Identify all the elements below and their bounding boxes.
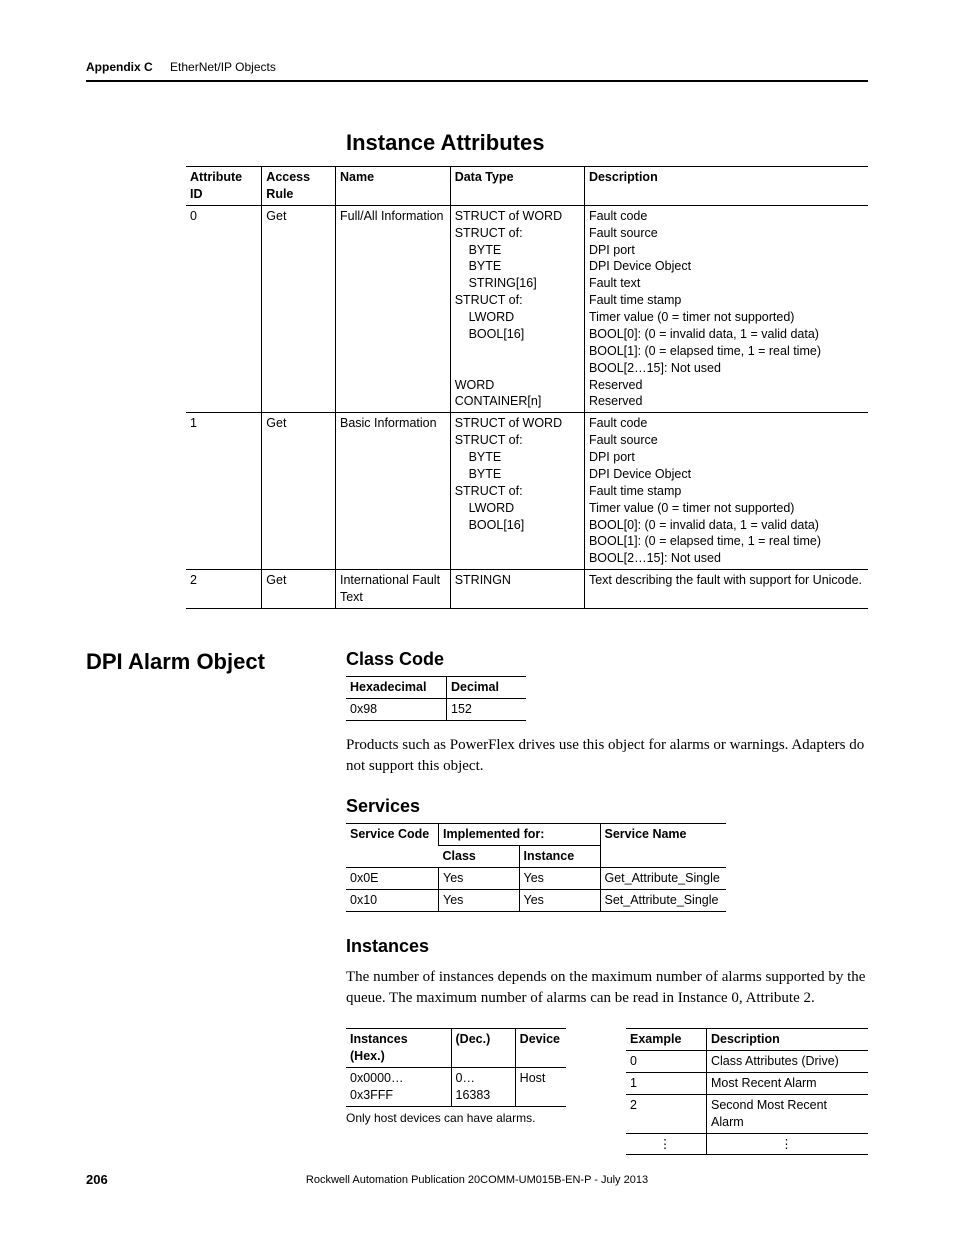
col-inst-dec: (Dec.) bbox=[451, 1029, 515, 1068]
table-row: 0x0EYesYesGet_Attribute_Single bbox=[346, 867, 726, 889]
col-inst-hex: Instances (Hex.) bbox=[346, 1029, 451, 1068]
cell-name: Full/All Information bbox=[335, 205, 450, 413]
example-table: Example Description 0Class Attributes (D… bbox=[626, 1028, 868, 1155]
cell-dec: 152 bbox=[447, 698, 527, 720]
table-row: 0Class Attributes (Drive) bbox=[626, 1051, 868, 1073]
col-device: Device bbox=[515, 1029, 566, 1068]
cell: Most Recent Alarm bbox=[707, 1072, 869, 1094]
cell: 0x0E bbox=[346, 867, 439, 889]
cell: Yes bbox=[439, 867, 520, 889]
instance-attributes-heading: Instance Attributes bbox=[346, 130, 868, 156]
cell-dt: STRINGN bbox=[450, 570, 584, 609]
chapter-title: EtherNet/IP Objects bbox=[170, 60, 276, 74]
col-access-rule: Access Rule bbox=[262, 167, 336, 206]
table-row: 1Most Recent Alarm bbox=[626, 1072, 868, 1094]
col-description: Description bbox=[584, 167, 868, 206]
instances-intro: The number of instances depends on the m… bbox=[346, 967, 868, 1011]
instances-heading: Instances bbox=[346, 936, 868, 957]
cell-name: International Fault Text bbox=[335, 570, 450, 609]
class-code-heading: Class Code bbox=[346, 649, 868, 670]
instance-attributes-table: Attribute ID Access Rule Name Data Type … bbox=[186, 166, 868, 609]
cell: 0 bbox=[626, 1051, 707, 1073]
cell: Set_Attribute_Single bbox=[600, 889, 726, 911]
header-rule bbox=[86, 80, 868, 82]
cell-inst-dec: 0…16383 bbox=[451, 1067, 515, 1106]
col-implemented-for: Implemented for: bbox=[439, 824, 601, 846]
cell-id: 0 bbox=[186, 205, 262, 413]
cell: Yes bbox=[439, 889, 520, 911]
cell: Second Most Recent Alarm bbox=[707, 1094, 869, 1133]
cell: Get_Attribute_Single bbox=[600, 867, 726, 889]
cell: 2 bbox=[626, 1094, 707, 1133]
col-service-code: Service Code bbox=[346, 824, 439, 868]
cell-inst-hex: 0x0000…0x3FFF bbox=[346, 1067, 451, 1106]
cell: Yes bbox=[519, 867, 600, 889]
cell-inst-device: Host bbox=[515, 1067, 566, 1106]
page-header: Appendix C EtherNet/IP Objects bbox=[86, 60, 868, 74]
cell-id: 1 bbox=[186, 413, 262, 570]
cell-desc: Text describing the fault with support f… bbox=[584, 570, 868, 609]
appendix-label: Appendix C bbox=[86, 60, 153, 74]
instances-note: Only host devices can have alarms. bbox=[346, 1111, 566, 1125]
cell-rule: Get bbox=[262, 413, 336, 570]
dpi-alarm-content: Class Code Hexadecimal Decimal 0x98 152 … bbox=[346, 649, 868, 1156]
col-ex-desc: Description bbox=[707, 1029, 869, 1051]
col-example: Example bbox=[626, 1029, 707, 1051]
table-row: ⋮⋮ bbox=[626, 1133, 868, 1155]
instances-table-block: Instances (Hex.) (Dec.) Device 0x0000…0x… bbox=[346, 1028, 566, 1125]
cell-hex: 0x98 bbox=[346, 698, 447, 720]
col-class: Class bbox=[439, 846, 520, 868]
table-row: 2GetInternational Fault TextSTRINGNText … bbox=[186, 570, 868, 609]
cell-desc: Fault code Fault source DPI port DPI Dev… bbox=[584, 205, 868, 413]
cell: 1 bbox=[626, 1072, 707, 1094]
page-footer: 206 Rockwell Automation Publication 20CO… bbox=[86, 1172, 868, 1187]
col-attribute-id: Attribute ID bbox=[186, 167, 262, 206]
publication-info: Rockwell Automation Publication 20COMM-U… bbox=[86, 1174, 868, 1186]
cell-rule: Get bbox=[262, 205, 336, 413]
cell-id: 2 bbox=[186, 570, 262, 609]
col-dec: Decimal bbox=[447, 676, 527, 698]
dpi-alarm-object-heading: DPI Alarm Object bbox=[86, 649, 336, 675]
cell: Yes bbox=[519, 889, 600, 911]
side-heading-block: DPI Alarm Object bbox=[86, 649, 336, 675]
col-service-name: Service Name bbox=[600, 824, 726, 868]
col-data-type: Data Type bbox=[450, 167, 584, 206]
services-heading: Services bbox=[346, 796, 868, 817]
cell-name: Basic Information bbox=[335, 413, 450, 570]
cell-dt: STRUCT of WORD STRUCT of: BYTE BYTE STRI… bbox=[450, 205, 584, 413]
cell: Class Attributes (Drive) bbox=[707, 1051, 869, 1073]
instances-tables-row: Instances (Hex.) (Dec.) Device 0x0000…0x… bbox=[346, 1028, 868, 1155]
services-table: Service Code Implemented for: Service Na… bbox=[346, 823, 726, 912]
col-hex: Hexadecimal bbox=[346, 676, 447, 698]
table-row: 0GetFull/All InformationSTRUCT of WORD S… bbox=[186, 205, 868, 413]
cell: ⋮ bbox=[707, 1133, 869, 1155]
cell: ⋮ bbox=[626, 1133, 707, 1155]
col-name: Name bbox=[335, 167, 450, 206]
table-row: 0x10YesYesSet_Attribute_Single bbox=[346, 889, 726, 911]
cell-dt: STRUCT of WORD STRUCT of: BYTE BYTE STRU… bbox=[450, 413, 584, 570]
main-content: Instance Attributes Attribute ID Access … bbox=[86, 130, 868, 1155]
cell-desc: Fault code Fault source DPI port DPI Dev… bbox=[584, 413, 868, 570]
class-code-intro: Products such as PowerFlex drives use th… bbox=[346, 735, 868, 779]
table-row: 1GetBasic InformationSTRUCT of WORD STRU… bbox=[186, 413, 868, 570]
class-code-table: Hexadecimal Decimal 0x98 152 bbox=[346, 676, 526, 721]
instances-table: Instances (Hex.) (Dec.) Device 0x0000…0x… bbox=[346, 1028, 566, 1107]
cell-rule: Get bbox=[262, 570, 336, 609]
cell: 0x10 bbox=[346, 889, 439, 911]
table-row: 2Second Most Recent Alarm bbox=[626, 1094, 868, 1133]
col-instance: Instance bbox=[519, 846, 600, 868]
